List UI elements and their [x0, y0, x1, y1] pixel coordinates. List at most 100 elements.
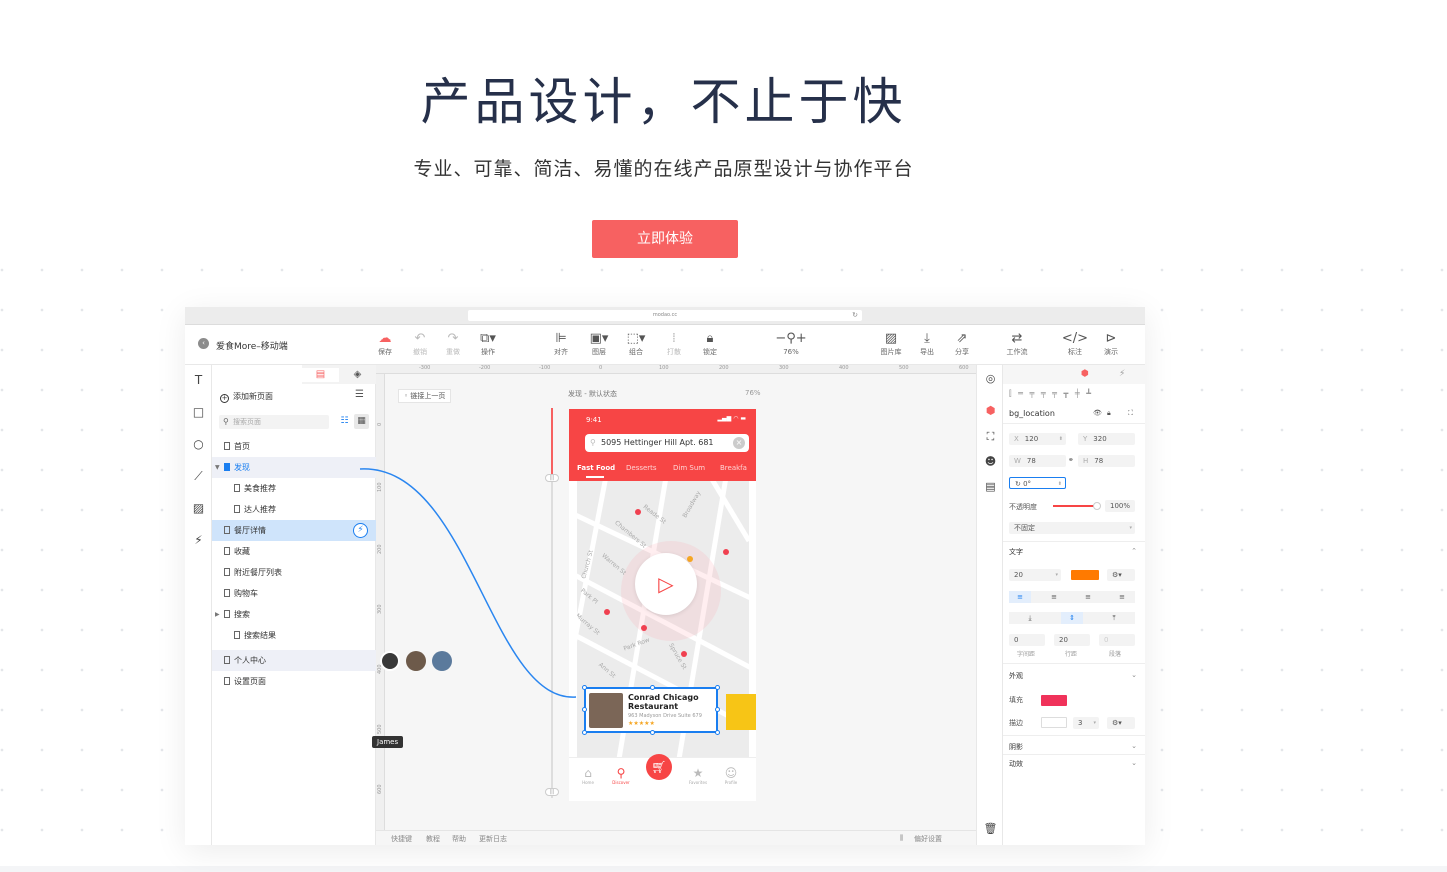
next-restaurant-card[interactable]: [726, 694, 756, 730]
category-tab[interactable]: Fast Food: [577, 464, 615, 472]
image-library-button[interactable]: ▨ 图片库: [871, 331, 911, 357]
demo-button[interactable]: ⊳ 演示: [1091, 331, 1131, 357]
expand-icon[interactable]: ⛶: [1128, 409, 1133, 418]
link-ratio-icon[interactable]: ⚭: [1068, 456, 1074, 464]
add-page-button[interactable]: + 添加新页面: [220, 391, 273, 403]
try-now-button[interactable]: 立即体验: [592, 220, 738, 258]
h-field[interactable]: H 78: [1078, 455, 1135, 467]
reload-icon[interactable]: ↻: [852, 311, 858, 320]
align-distribute-icons[interactable]: ⫿ ═ ╤ ╤ ╤ ┳ ╪ ┻: [1009, 389, 1093, 399]
stroke-color-swatch[interactable]: [1041, 717, 1067, 728]
page-item[interactable]: 搜索结果: [212, 625, 376, 646]
line-height-field[interactable]: 20: [1054, 634, 1090, 646]
style-tab-icon[interactable]: ⬢: [1081, 369, 1089, 379]
layer-button[interactable]: ▣▾ 图层: [579, 331, 619, 357]
category-tab[interactable]: Dim Sum: [673, 464, 705, 472]
map-marker[interactable]: [604, 609, 610, 615]
emoji-icon[interactable]: ☻: [983, 454, 998, 469]
export-button[interactable]: ⤓ 导出: [907, 331, 947, 357]
eye-icon[interactable]: 👁︎: [1093, 409, 1102, 417]
y-field[interactable]: Y 320: [1078, 433, 1135, 445]
shortcuts-link[interactable]: 快捷键: [391, 834, 412, 844]
paragraph-field[interactable]: 0: [1099, 634, 1135, 646]
interaction-tab-icon[interactable]: ⚡: [1119, 369, 1125, 379]
preferences-link[interactable]: 偏好设置: [914, 834, 942, 844]
opacity-field[interactable]: 100%: [1105, 500, 1135, 512]
page-item[interactable]: ▶ 搜索: [212, 604, 376, 625]
break-button[interactable]: ⁞ 打散: [654, 331, 694, 357]
position-fixed-select[interactable]: 不固定 ▾: [1009, 522, 1135, 534]
page-item[interactable]: 首页: [212, 436, 376, 457]
restaurant-card[interactable]: Conrad Chicago Restaurant 963 Madyson Dr…: [582, 685, 720, 735]
link-previous-page-button[interactable]: ◦ 链接上一页: [398, 389, 452, 403]
resize-handle[interactable]: [582, 707, 587, 712]
save-button[interactable]: ☁ 保存: [365, 331, 405, 357]
canvas[interactable]: -300 -200 -100 0 100 200 300 400 500 600…: [359, 365, 976, 845]
play-icon[interactable]: ▷: [635, 553, 697, 615]
crop-icon[interactable]: ⛶: [983, 429, 998, 444]
circle-tool-icon[interactable]: ○: [191, 437, 206, 452]
map-marker[interactable]: [635, 509, 641, 515]
map-marker[interactable]: [641, 625, 647, 631]
map-marker[interactable]: [723, 549, 729, 555]
interaction-tool-icon[interactable]: ⚡: [191, 533, 206, 548]
avatar[interactable]: [406, 651, 426, 671]
page-item[interactable]: 美食推荐: [212, 478, 376, 499]
caret-down-icon[interactable]: ▼: [215, 457, 220, 478]
avatar[interactable]: [380, 651, 400, 671]
tab-discover[interactable]: ⚲ Discover: [606, 766, 636, 785]
align-left-icon[interactable]: ≡: [1009, 591, 1031, 603]
x-field[interactable]: X 120 ⬍: [1009, 433, 1066, 445]
redo-button[interactable]: ↷ 重做: [433, 331, 473, 357]
list-view-icon[interactable]: ☷: [337, 414, 352, 429]
w-field[interactable]: W 78: [1009, 455, 1066, 467]
tutorial-link[interactable]: 教程: [426, 834, 440, 844]
image-tool-icon[interactable]: ▨: [191, 501, 206, 516]
rotation-field[interactable]: ↻ 0° ⬍: [1009, 477, 1066, 489]
resize-handle[interactable]: [650, 730, 655, 735]
page-item[interactable]: 达人推荐: [212, 499, 376, 520]
letter-spacing-field[interactable]: 0: [1009, 634, 1045, 646]
map-marker[interactable]: [681, 651, 687, 657]
text-color-swatch[interactable]: [1071, 570, 1099, 580]
resize-handle[interactable]: [582, 730, 587, 735]
chevron-down-icon[interactable]: ⌄: [1131, 742, 1137, 750]
align-center-icon[interactable]: ≡: [1043, 591, 1065, 603]
target-icon[interactable]: ◎: [983, 371, 998, 386]
align-right-icon[interactable]: ≡: [1077, 591, 1099, 603]
component-icon[interactable]: ⬢: [983, 403, 998, 418]
sliders-icon[interactable]: ⫼: [900, 834, 903, 843]
page-item[interactable]: 附近餐厅列表: [212, 562, 376, 583]
line-tool-icon[interactable]: ⟋: [191, 469, 206, 484]
group-button[interactable]: ⬚▾ 组合: [616, 331, 656, 357]
table-icon[interactable]: ▤: [983, 479, 998, 494]
action-button[interactable]: ⧉▾ 操作: [468, 331, 508, 357]
page-item[interactable]: 个人中心: [212, 650, 376, 671]
chevron-up-icon[interactable]: ⌃: [1131, 547, 1137, 555]
resize-handle[interactable]: [715, 707, 720, 712]
category-tab[interactable]: Desserts: [626, 464, 657, 472]
text-tool-icon[interactable]: T: [191, 373, 206, 388]
back-icon[interactable]: ‹: [198, 338, 209, 349]
stroke-width-select[interactable]: 3 ▾: [1073, 717, 1099, 729]
chevron-down-icon[interactable]: ⌄: [1131, 759, 1137, 767]
fill-color-swatch[interactable]: [1041, 695, 1067, 706]
phone-artboard[interactable]: 9:41 ▂▄▆ ◠ ▬ ⚲ 5095 Hettinger Hill Apt. …: [569, 409, 756, 801]
tab-home[interactable]: ⌂ Home: [573, 766, 603, 785]
font-size-select[interactable]: 20 ▾: [1009, 569, 1061, 581]
page-item[interactable]: 收藏: [212, 541, 376, 562]
trash-icon[interactable]: 🗑︎: [983, 821, 998, 836]
page-item[interactable]: 餐厅详情 ⚡: [212, 520, 376, 541]
sort-icon[interactable]: ☰: [355, 389, 364, 400]
align-top-icon[interactable]: ⤒: [1103, 612, 1125, 624]
avatar[interactable]: [432, 651, 452, 671]
resize-handle[interactable]: [650, 685, 655, 690]
share-button[interactable]: ⇗ 分享: [942, 331, 982, 357]
text-settings-icon[interactable]: ⚙▾: [1107, 569, 1135, 581]
tab-favorites[interactable]: ★ Favorites: [683, 766, 713, 785]
opacity-slider-handle[interactable]: [1093, 502, 1101, 510]
pages-tab-icon[interactable]: ▤: [302, 368, 339, 382]
align-justify-icon[interactable]: ≡: [1111, 591, 1133, 603]
align-button[interactable]: ⊫ 对齐: [541, 331, 581, 357]
page-item[interactable]: ▼ 发现: [212, 457, 376, 478]
